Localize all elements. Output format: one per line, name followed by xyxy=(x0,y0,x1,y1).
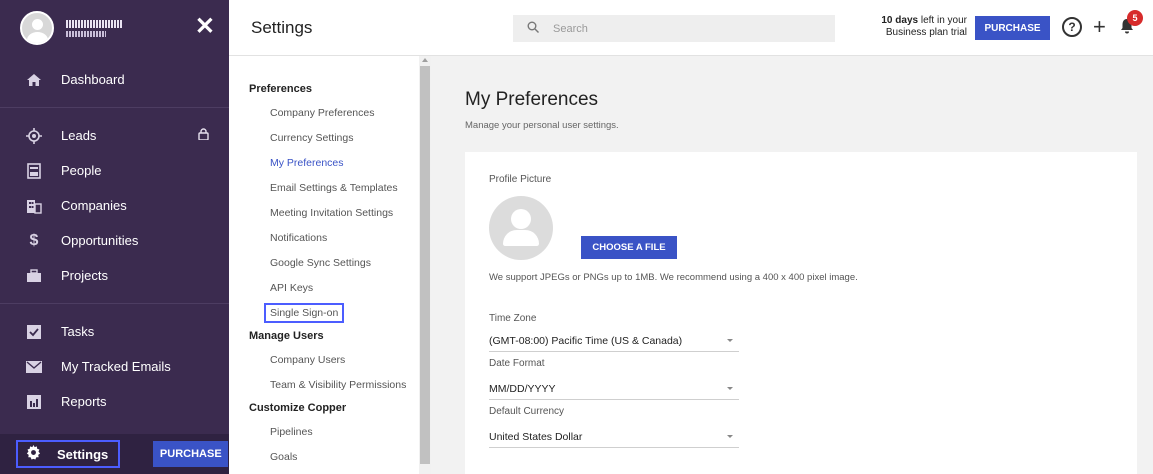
nav-pipelines[interactable]: Pipelines xyxy=(229,419,419,444)
nav-currency-settings[interactable]: Currency Settings xyxy=(229,125,419,150)
sidebar-item-label: Reports xyxy=(61,394,107,409)
trial-text: left in your xyxy=(918,15,967,26)
notification-badge: 5 xyxy=(1127,10,1143,26)
section-title: My Preferences xyxy=(465,89,599,110)
preferences-card: Profile Picture CHOOSE A FILE We support… xyxy=(465,152,1137,474)
dollar-icon: $ xyxy=(29,231,39,249)
page-title: Settings xyxy=(251,18,313,37)
sidebar-item-label: Projects xyxy=(61,268,108,283)
profile-picture-placeholder xyxy=(489,196,553,260)
sidebar-item-tasks[interactable]: Tasks xyxy=(0,314,229,349)
sidebar-divider xyxy=(0,107,229,108)
nav-team-visibility[interactable]: Team & Visibility Permissions xyxy=(229,372,419,397)
main-content: My Preferences Manage your personal user… xyxy=(431,56,1153,474)
search-input[interactable]: Search xyxy=(513,15,835,42)
building-icon xyxy=(25,197,43,215)
trial-notice: 10 days left in your Business plan trial xyxy=(849,15,967,39)
top-bar: Settings Search 10 days left in your Bus… xyxy=(229,0,1153,56)
scroll-up-arrow-icon[interactable] xyxy=(422,58,428,62)
avatar[interactable] xyxy=(20,11,54,45)
close-icon[interactable]: ✕ xyxy=(195,15,215,39)
user-name xyxy=(66,19,122,28)
sidebar-footer: Settings PURCHASE xyxy=(0,434,229,474)
trial-days: 10 days xyxy=(881,15,919,26)
timezone-value: (GMT-08:00) Pacific Time (US & Canada) xyxy=(489,334,683,347)
sidebar-header: ✕ xyxy=(0,0,229,56)
date-format-value: MM/DD/YYYY xyxy=(489,382,556,395)
timezone-select[interactable]: (GMT-08:00) Pacific Time (US & Canada) xyxy=(489,330,739,352)
sidebar-item-leads[interactable]: Leads xyxy=(0,118,229,153)
user-info xyxy=(66,19,122,37)
sidebar-divider xyxy=(0,303,229,304)
timezone-label: Time Zone xyxy=(489,313,537,324)
nav-email-settings[interactable]: Email Settings & Templates xyxy=(229,175,419,200)
chevron-down-icon xyxy=(727,435,733,438)
chevron-down-icon xyxy=(727,387,733,390)
user-subtitle xyxy=(66,30,106,37)
sidebar-item-label: Leads xyxy=(61,128,97,143)
sidebar-item-label: Companies xyxy=(61,198,127,213)
settings-nav: Preferences Company Preferences Currency… xyxy=(229,56,419,474)
nav-company-users[interactable]: Company Users xyxy=(229,347,419,372)
choose-file-button[interactable]: CHOOSE A FILE xyxy=(581,236,677,259)
nav-single-sign-on[interactable]: Single Sign-on xyxy=(229,300,419,325)
envelope-icon xyxy=(25,358,43,376)
date-format-label: Date Format xyxy=(489,358,545,369)
help-icon[interactable]: ? xyxy=(1062,17,1082,37)
sidebar-item-settings[interactable]: Settings xyxy=(16,440,121,468)
currency-label: Default Currency xyxy=(489,406,565,417)
purchase-button[interactable]: PURCHASE xyxy=(975,16,1050,40)
sidebar-item-label: Tasks xyxy=(61,324,95,339)
section-heading-customize: Customize Copper xyxy=(249,402,347,414)
currency-value: United States Dollar xyxy=(489,430,583,443)
sidebar-item-people[interactable]: People xyxy=(0,153,229,188)
section-heading-manage-users: Manage Users xyxy=(249,330,324,342)
nav-google-sync[interactable]: Google Sync Settings xyxy=(229,250,419,275)
add-icon[interactable]: + xyxy=(1093,14,1106,40)
trial-plan: Business plan trial xyxy=(885,27,967,38)
briefcase-icon xyxy=(25,267,43,285)
nav-single-sign-on-label: Single Sign-on xyxy=(264,302,345,323)
section-heading-preferences: Preferences xyxy=(249,83,312,95)
sidebar-item-label: Opportunities xyxy=(61,233,139,248)
upload-hint: We support JPEGs or PNGs up to 1MB. We r… xyxy=(489,272,858,283)
search-placeholder: Search xyxy=(553,22,588,35)
home-icon xyxy=(25,71,43,89)
checkbox-icon xyxy=(25,323,43,341)
gear-icon xyxy=(26,444,41,464)
sidebar-purchase-button[interactable]: PURCHASE xyxy=(153,441,229,467)
person-card-icon xyxy=(25,162,43,180)
nav-meeting-invitation[interactable]: Meeting Invitation Settings xyxy=(229,200,419,225)
search-icon xyxy=(527,21,539,36)
target-icon xyxy=(25,127,43,145)
sidebar-item-label: Dashboard xyxy=(61,72,125,87)
sidebar-item-dashboard[interactable]: Dashboard xyxy=(0,62,229,97)
sidebar-item-opportunities[interactable]: $ Opportunities xyxy=(0,223,229,258)
lock-icon xyxy=(198,128,209,143)
sidebar-item-companies[interactable]: Companies xyxy=(0,188,229,223)
profile-picture-label: Profile Picture xyxy=(489,174,552,185)
nav-goals[interactable]: Goals xyxy=(229,444,419,469)
sidebar-item-tracked-emails[interactable]: My Tracked Emails xyxy=(0,349,229,384)
nav-api-keys[interactable]: API Keys xyxy=(229,275,419,300)
sidebar-item-reports[interactable]: Reports xyxy=(0,384,229,419)
scrollbar-thumb[interactable] xyxy=(420,66,430,464)
sidebar-item-projects[interactable]: Projects xyxy=(0,258,229,293)
nav-notifications[interactable]: Notifications xyxy=(229,225,419,250)
sidebar-item-label: My Tracked Emails xyxy=(61,359,171,374)
nav-company-preferences[interactable]: Company Preferences xyxy=(229,100,419,125)
currency-select[interactable]: United States Dollar xyxy=(489,426,739,448)
main-sidebar: ✕ Dashboard Leads People Companies $ Opp… xyxy=(0,0,229,474)
chevron-down-icon xyxy=(727,339,733,342)
bar-chart-icon xyxy=(25,393,43,411)
section-subtitle: Manage your personal user settings. xyxy=(465,120,619,131)
settings-label: Settings xyxy=(57,446,109,462)
date-format-select[interactable]: MM/DD/YYYY xyxy=(489,378,739,400)
nav-my-preferences[interactable]: My Preferences xyxy=(229,150,419,175)
sidebar-item-label: People xyxy=(61,163,102,178)
